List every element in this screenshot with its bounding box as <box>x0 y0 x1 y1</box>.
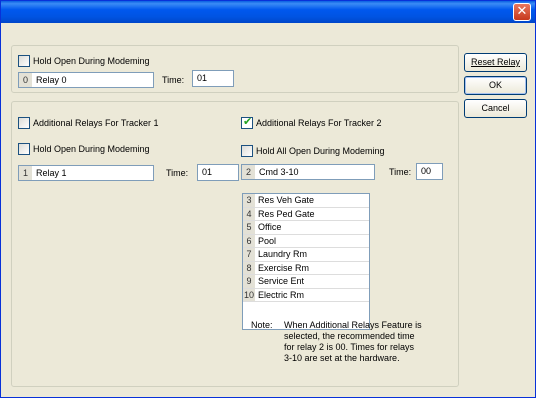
title-bar[interactable]: ✕ <box>1 1 535 23</box>
list-item[interactable]: 10 Electric Rm <box>243 288 369 302</box>
close-icon: ✕ <box>516 4 528 19</box>
checkmark-icon: ✔ <box>243 115 253 128</box>
relay-number: 3 <box>243 194 255 207</box>
relay-name: Relay 1 <box>36 168 67 178</box>
tracker2-hold-all-checkbox[interactable] <box>241 145 253 157</box>
cancel-button[interactable]: Cancel <box>464 99 527 118</box>
time-label: Time: <box>389 167 412 177</box>
tracker2-hold-all-label: Hold All Open During Modeming <box>256 146 385 156</box>
dialog-body: Hold Open During Modeming 0 Relay 0 Time:… <box>4 23 532 395</box>
time-field-relay-2[interactable]: 00 <box>416 163 443 180</box>
relay-2-field[interactable]: 2 Cmd 3-10 <box>241 164 375 180</box>
reset-relay-button[interactable]: Reset Relay <box>464 53 527 72</box>
relay-name: Relay 0 <box>36 75 67 85</box>
reset-relay-label: Reset Relay <box>470 57 521 67</box>
ok-button[interactable]: OK <box>464 76 527 95</box>
hold-open-checkbox[interactable] <box>18 55 30 67</box>
relay-1-field[interactable]: 1 Relay 1 <box>18 165 154 181</box>
relay-number: 5 <box>243 221 255 234</box>
time-label: Time: <box>166 168 189 178</box>
note-text: When Additional Relays Feature is select… <box>284 320 422 363</box>
note-label: Note: <box>251 320 273 330</box>
relay-dialog: ✕ Hold Open During Modeming 0 Relay 0 Tim… <box>0 0 536 398</box>
relay-name: Service Ent <box>258 276 305 286</box>
list-item[interactable]: 5 Office <box>243 221 369 235</box>
relay-number: 4 <box>243 207 255 220</box>
hold-open-label: Hold Open During Modeming <box>33 56 150 66</box>
list-item[interactable]: 4 Res Ped Gate <box>243 207 369 221</box>
tracker2-additional-label: Additional Relays For Tracker 2 <box>256 118 382 128</box>
relay-number: 0 <box>19 73 32 87</box>
relay-number: 6 <box>243 234 255 247</box>
tracker1-additional-checkbox[interactable] <box>18 117 30 129</box>
relay-number: 10 <box>243 288 255 301</box>
relay-name: Res Ped Gate <box>258 208 315 219</box>
relay-name: Res Veh Gate <box>258 195 315 205</box>
tracker1-hold-open-checkbox[interactable] <box>18 143 30 155</box>
relay-name: Office <box>258 222 282 232</box>
relay-name: Cmd 3-10 <box>259 167 299 177</box>
relay-name: Laundry Rm <box>258 249 308 259</box>
time-field-relay-1[interactable]: 01 <box>197 164 239 181</box>
relay-number: 8 <box>243 261 255 274</box>
relay-number: 7 <box>243 248 255 261</box>
additional-relays-list: 3 Res Veh Gate 4 Res Ped Gate 5 Office 6 Poo… <box>242 193 370 330</box>
list-item[interactable]: 9 Service Ent <box>243 275 369 289</box>
list-item[interactable]: 6 Pool <box>243 234 369 248</box>
close-button[interactable]: ✕ <box>513 3 531 21</box>
list-item[interactable]: 3 Res Veh Gate <box>243 194 369 208</box>
relay-number: 2 <box>242 165 255 179</box>
tracker1-hold-open-label: Hold Open During Modeming <box>33 144 150 154</box>
relay-name: Electric Rm <box>258 289 305 300</box>
list-item[interactable]: 7 Laundry Rm <box>243 248 369 262</box>
relay-0-field[interactable]: 0 Relay 0 <box>18 72 154 88</box>
time-field-relay-0[interactable]: 01 <box>192 70 234 87</box>
time-label: Time: <box>162 75 185 85</box>
relay-name: Exercise Rm <box>258 262 310 273</box>
tracker1-additional-label: Additional Relays For Tracker 1 <box>33 118 159 128</box>
relay-number: 1 <box>19 166 32 180</box>
relay-number: 9 <box>243 275 255 288</box>
tracker2-additional-checkbox[interactable]: ✔ <box>241 115 253 129</box>
relay-name: Pool <box>258 235 277 246</box>
list-item[interactable]: 8 Exercise Rm <box>243 261 369 275</box>
